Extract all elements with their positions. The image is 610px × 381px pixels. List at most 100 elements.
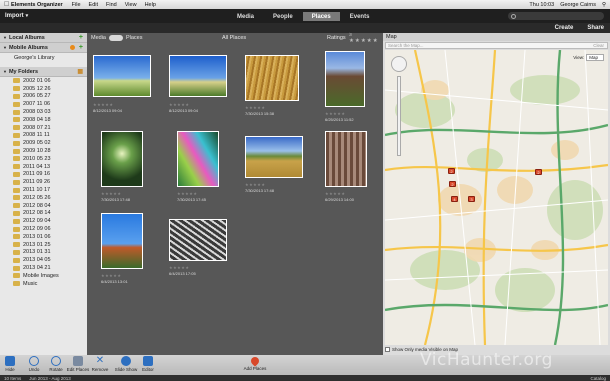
sidebar-folder-item[interactable]: 2011 09 16 — [0, 171, 87, 179]
sidebar-folder-item[interactable]: 2012 05 26 — [0, 194, 87, 202]
map-type-select[interactable]: Map — [586, 54, 604, 61]
create-button[interactable]: Create — [555, 25, 574, 31]
menu-edit[interactable]: Edit — [89, 2, 98, 8]
import-button[interactable]: Import ▾ — [5, 13, 28, 19]
rating-stars[interactable]: ★★★★★ — [169, 102, 189, 107]
media-places-toggle[interactable] — [108, 35, 123, 41]
rating-stars[interactable]: ★★★★★ — [93, 102, 113, 107]
my-folders-header[interactable]: ▼ My Folders ▦ — [0, 67, 87, 77]
sidebar-folder-item[interactable]: Mobile Images — [0, 272, 87, 280]
map-pin[interactable]: 4 — [451, 196, 458, 202]
share-button[interactable]: Share — [587, 25, 604, 31]
sidebar-folder-item[interactable]: 2008 11 11 — [0, 132, 87, 140]
rating-stars[interactable]: ★★★★★ — [101, 273, 121, 278]
sidebar-folder-item[interactable]: 2012 09 06 — [0, 225, 87, 233]
tab-events[interactable]: Events — [341, 12, 379, 21]
user-name[interactable]: George Cairns — [560, 2, 596, 8]
hide-button[interactable]: Hide — [0, 356, 22, 372]
sidebar-folder-item[interactable]: 2012 08 04 — [0, 202, 87, 210]
map-pin[interactable]: 2 — [448, 168, 455, 174]
sidebar-folder-item[interactable]: 2009 10 28 — [0, 147, 87, 155]
sidebar-folder-item[interactable]: 2008 07 21 — [0, 124, 87, 132]
remove-button[interactable]: ✕ Remove — [88, 356, 112, 373]
photo-thumbnail[interactable] — [325, 131, 367, 187]
edit-places-button[interactable]: Edit Places — [66, 356, 90, 372]
tab-media[interactable]: Media — [228, 12, 263, 21]
sidebar-folder-item[interactable]: 2013 04 21 — [0, 264, 87, 272]
sidebar-folder-item[interactable]: 2010 05 23 — [0, 155, 87, 163]
sidebar-folder-item[interactable]: Music — [0, 280, 87, 288]
sidebar-folder-item[interactable]: 2005 12 26 — [0, 85, 87, 93]
sidebar-folder-item[interactable]: 2009 05 02 — [0, 139, 87, 147]
tab-people[interactable]: People — [264, 12, 302, 21]
map-pan-control[interactable] — [391, 56, 407, 72]
sidebar-folder-item[interactable]: 2013 04 05 — [0, 256, 87, 264]
map-search-input[interactable]: Search the Map... Clear — [385, 42, 608, 49]
rating-stars[interactable]: ★★★★★ — [245, 182, 265, 187]
tab-places[interactable]: Places — [302, 12, 340, 21]
map-pin[interactable]: 2 — [535, 169, 542, 175]
folder-icon — [13, 273, 20, 279]
catalog-label[interactable]: Catalog — [590, 376, 606, 381]
menu-find[interactable]: Find — [106, 2, 117, 8]
rating-stars[interactable]: ★★★★★ — [169, 265, 189, 270]
map-view[interactable]: View: Map 2 4 3 2 2 — [385, 50, 608, 345]
sidebar-folder-item[interactable]: 2008 03 03 — [0, 108, 87, 116]
sidebar-item-georges-library[interactable]: George's Library — [0, 53, 87, 63]
mobile-albums-header[interactable]: ▼ Mobile Albums + — [0, 43, 87, 53]
sidebar-folder-item[interactable]: 2012 08 14 — [0, 210, 87, 218]
sidebar-folder-item[interactable]: 2013 01 25 — [0, 241, 87, 249]
menu-file[interactable]: File — [72, 2, 81, 8]
photo-thumbnail[interactable] — [169, 219, 227, 261]
app-header: Import ▾ Media People Places Events — [0, 9, 610, 23]
photo-thumbnail[interactable] — [101, 131, 143, 187]
rating-stars[interactable]: ★★★★★ — [325, 111, 345, 116]
rating-stars[interactable]: ★★★★★ — [177, 191, 197, 196]
photo-thumbnail[interactable] — [93, 55, 151, 97]
photo-thumbnail[interactable] — [101, 213, 143, 269]
local-albums-header[interactable]: ▼ Local Albums + — [0, 33, 87, 43]
rating-stars[interactable]: ★★★★★ — [245, 105, 265, 110]
map-panel: Map Search the Map... Clear View: Map 2 … — [383, 33, 610, 355]
add-album-icon[interactable]: + — [79, 34, 83, 41]
map-zoom-slider[interactable] — [397, 76, 401, 156]
sidebar-folder-item[interactable]: 2007 11 06 — [0, 100, 87, 108]
menu-view[interactable]: View — [125, 2, 137, 8]
sidebar-folder-item[interactable]: 2006 05 27 — [0, 93, 87, 101]
rating-stars[interactable]: ★★★★★ — [101, 191, 121, 196]
sidebar-folder-item[interactable]: 2013 01 31 — [0, 249, 87, 257]
undo-button[interactable]: Undo — [22, 356, 46, 372]
sidebar-folder-item[interactable]: 2012 09 04 — [0, 217, 87, 225]
ratings-filter[interactable]: ≥ ★★★★★ — [349, 32, 383, 44]
folder-label: 2010 05 23 — [23, 155, 51, 162]
sidebar-folder-item[interactable]: 2002 01 06 — [0, 77, 87, 85]
rotate-button[interactable]: Rotate — [44, 356, 68, 372]
sidebar-folder-item[interactable]: 2011 09 26 — [0, 178, 87, 186]
map-pin[interactable]: 2 — [449, 181, 456, 187]
clear-button[interactable]: Clear — [593, 43, 604, 48]
sidebar-folder-item[interactable]: 2008 04 18 — [0, 116, 87, 124]
apple-icon[interactable]:  — [4, 1, 11, 8]
slide-show-button[interactable]: Slide Show — [114, 356, 138, 372]
sidebar-folder-item[interactable]: 2013 01 06 — [0, 233, 87, 241]
add-places-button[interactable]: Add Places — [240, 355, 270, 371]
checkbox[interactable] — [385, 346, 390, 352]
menu-help[interactable]: Help — [145, 2, 156, 8]
photo-thumbnail[interactable] — [177, 131, 219, 187]
spotlight-icon[interactable]: ⚲ — [602, 2, 606, 8]
app-menu[interactable]: Elements Organizer — [11, 2, 63, 8]
photo-thumbnail[interactable] — [245, 136, 303, 178]
folder-icon — [13, 203, 20, 209]
folder-view-icon[interactable]: ▦ — [77, 68, 83, 75]
photo-thumbnail[interactable] — [325, 51, 365, 107]
sidebar-folder-item[interactable]: 2011 04 13 — [0, 163, 87, 171]
map-pin[interactable]: 3 — [468, 196, 475, 202]
folder-icon — [13, 164, 20, 170]
rating-stars[interactable]: ★★★★★ — [325, 191, 345, 196]
editor-button[interactable]: Editor — [136, 356, 160, 372]
search-field[interactable] — [508, 12, 604, 20]
add-mobile-album-icon[interactable]: + — [79, 44, 83, 51]
sidebar-folder-item[interactable]: 2011 10 17 — [0, 186, 87, 194]
photo-thumbnail[interactable] — [169, 55, 227, 97]
photo-thumbnail[interactable] — [245, 55, 299, 101]
